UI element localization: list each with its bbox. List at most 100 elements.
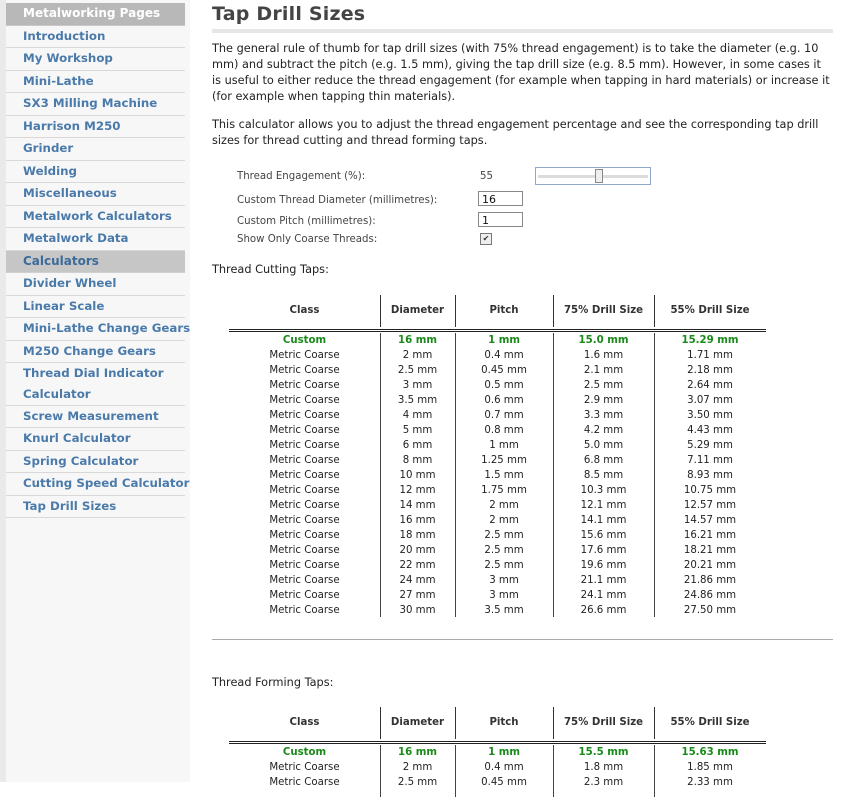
table-cell: 27.50 mm — [683, 605, 737, 616]
diameter-label: Custom Thread Diameter (millimetres): — [237, 195, 438, 206]
table-cell: 0.4 mm — [484, 350, 524, 361]
table-cell: 3.5 mm — [484, 605, 524, 616]
engagement-row: Thread Engagement (%): 55 — [237, 167, 651, 185]
table-cell: 27 mm — [399, 590, 436, 601]
sidebar-item-cutting-speed-calculator[interactable]: Cutting Speed Calculator — [6, 473, 189, 496]
table-cell: 5.0 mm — [583, 440, 624, 451]
sidebar-item-tap-drill-sizes[interactable]: Tap Drill Sizes — [6, 496, 185, 518]
table-cell: Metric Coarse — [269, 545, 340, 556]
sidebar-item-m250-change-gears[interactable]: M250 Change Gears — [6, 341, 185, 363]
sidebar-item-miscellaneous[interactable]: Miscellaneous — [6, 183, 185, 206]
sidebar-item-grinder[interactable]: Grinder — [6, 138, 185, 161]
sidebar-item-divider-wheel[interactable]: Divider Wheel — [6, 273, 185, 296]
column-header: Diameter — [390, 305, 445, 316]
table-cell: 0.5 mm — [484, 380, 524, 391]
table-row: Metric Coarse 2 mm 0.4 mm 1.8 mm 1.85 mm — [229, 760, 766, 775]
coarse-label: Show Only Coarse Threads: — [237, 234, 378, 245]
table-cell: Metric Coarse — [269, 762, 340, 773]
table-cell: 1.85 mm — [687, 762, 733, 773]
sidebar-section-calculators[interactable]: Calculators — [6, 250, 185, 273]
table-row: Metric Coarse 3 mm 0.5 mm 2.5 mm 2.64 mm — [229, 378, 766, 393]
sidebar-item-mini-lathe-change-gears[interactable]: Mini-Lathe Change Gears — [6, 318, 190, 341]
table-cell: Custom — [282, 747, 327, 758]
sidebar-item-thread-dial-indicator-calculator[interactable]: Thread Dial Indicator Calculator — [6, 363, 185, 406]
table-cell: 12 mm — [399, 485, 436, 496]
table-cell: 2.64 mm — [687, 380, 733, 391]
table-cell: 2.5 mm — [583, 380, 624, 391]
sidebar-item-metalwork-data[interactable]: Metalwork Data — [6, 228, 185, 251]
table-row: Metric Coarse 27 mm 3 mm 24.1 mm 24.86 mm — [229, 588, 766, 603]
column-divider — [380, 707, 381, 739]
table-row: Metric Coarse 20 mm 2.5 mm 17.6 mm 18.21 mm — [229, 543, 766, 558]
table-cell: Metric Coarse — [269, 515, 340, 526]
sidebar-section-metalworking-pages[interactable]: Metalworking Pages — [6, 3, 185, 26]
table-cell: Metric Coarse — [269, 455, 340, 466]
table-cell: 1 mm — [488, 335, 520, 346]
table-cell: 1.71 mm — [687, 350, 733, 361]
table-row: Metric Coarse 2 mm 0.4 mm 1.6 mm 1.71 mm — [229, 348, 766, 363]
table-row: Metric Coarse 2.5 mm 0.45 mm 2.3 mm 2.33 mm — [229, 775, 766, 790]
sidebar-item-metalwork-calculators[interactable]: Metalwork Calculators — [6, 206, 185, 228]
table-cell: 4.43 mm — [687, 425, 733, 436]
column-header: 55% Drill Size — [670, 305, 750, 316]
table-row: Metric Coarse 16 mm 2 mm 14.1 mm 14.57 mm — [229, 513, 766, 528]
table-cell: 24 mm — [399, 575, 436, 586]
sidebar-item-my-workshop[interactable]: My Workshop — [6, 48, 185, 71]
table-cell: 2.5 mm — [397, 777, 438, 788]
table-cell: Metric Coarse — [269, 395, 340, 406]
table-row: Metric Coarse 22 mm 2.5 mm 19.6 mm 20.21 mm — [229, 558, 766, 573]
table-cell: 4.2 mm — [583, 425, 624, 436]
sidebar-item-linear-scale[interactable]: Linear Scale — [6, 296, 185, 318]
table-cell: 2 mm — [489, 515, 519, 526]
sidebar-item-harrison-m250[interactable]: Harrison M250 — [6, 116, 185, 138]
table-cell: 3 mm — [402, 380, 433, 391]
table-cell: 2 mm — [402, 762, 433, 773]
diameter-input[interactable]: 16 — [478, 191, 523, 206]
table-cell: 16.21 mm — [683, 530, 737, 541]
table-cell: 0.45 mm — [481, 777, 527, 788]
table-cell: Metric Coarse — [269, 605, 340, 616]
table-header: Class Diameter Pitch 75% Drill Size 55% Dril… — [229, 295, 766, 327]
table-cell: 2.5 mm — [484, 545, 524, 556]
table-cell: 2 mm — [489, 500, 519, 511]
engagement-value: 55 — [480, 171, 493, 182]
table-cell: 1.8 mm — [583, 762, 624, 773]
sidebar-item-sx3-milling-machine[interactable]: SX3 Milling Machine — [6, 93, 185, 116]
table-cell: 0.45 mm — [481, 365, 527, 376]
table-cell: 20 mm — [399, 545, 436, 556]
column-divider — [553, 333, 554, 617]
table-cell: 12.1 mm — [580, 500, 627, 511]
column-header: 75% Drill Size — [563, 305, 644, 316]
slider-thumb[interactable] — [595, 169, 604, 183]
cutting-taps-heading: Thread Cutting Taps: — [212, 263, 329, 276]
pitch-input[interactable]: 1 — [478, 212, 523, 227]
sidebar-item-introduction[interactable]: Introduction — [6, 26, 185, 48]
engagement-slider[interactable] — [535, 167, 651, 185]
table-cell: Metric Coarse — [269, 575, 340, 586]
header-rule — [229, 331, 766, 332]
column-header: 55% Drill Size — [670, 717, 750, 728]
table-cell: 21.1 mm — [580, 575, 627, 586]
header-rule — [229, 741, 766, 742]
sidebar-item-knurl-calculator[interactable]: Knurl Calculator — [6, 428, 185, 451]
table-cell: 8.5 mm — [583, 470, 624, 481]
table-row: Metric Coarse 30 mm 3.5 mm 26.6 mm 27.50 mm — [229, 603, 766, 618]
table-cell: 1.75 mm — [481, 485, 527, 496]
column-header: Pitch — [489, 717, 519, 728]
sidebar-item-screw-measurement[interactable]: Screw Measurement — [6, 406, 185, 428]
table-cell: 19.6 mm — [580, 560, 627, 571]
table-cell: 16 mm — [399, 515, 436, 526]
table-header: Class Diameter Pitch 75% Drill Size 55% Dril… — [229, 707, 766, 739]
table-cell: 22 mm — [399, 560, 436, 571]
table-cell: 0.8 mm — [484, 425, 524, 436]
sidebar-item-mini-lathe[interactable]: Mini-Lathe — [6, 71, 185, 93]
table-cell: 15.63 mm — [681, 747, 739, 758]
sidebar-item-welding[interactable]: Welding — [6, 161, 185, 183]
table-cell: 10.3 mm — [580, 485, 627, 496]
column-divider — [380, 333, 381, 617]
table-cell: Metric Coarse — [269, 530, 340, 541]
coarse-checkbox[interactable]: ✔ — [480, 233, 492, 245]
table-cell: 5.29 mm — [687, 440, 733, 451]
table-cell: 15.29 mm — [681, 335, 739, 346]
sidebar-item-spring-calculator[interactable]: Spring Calculator — [6, 451, 185, 473]
